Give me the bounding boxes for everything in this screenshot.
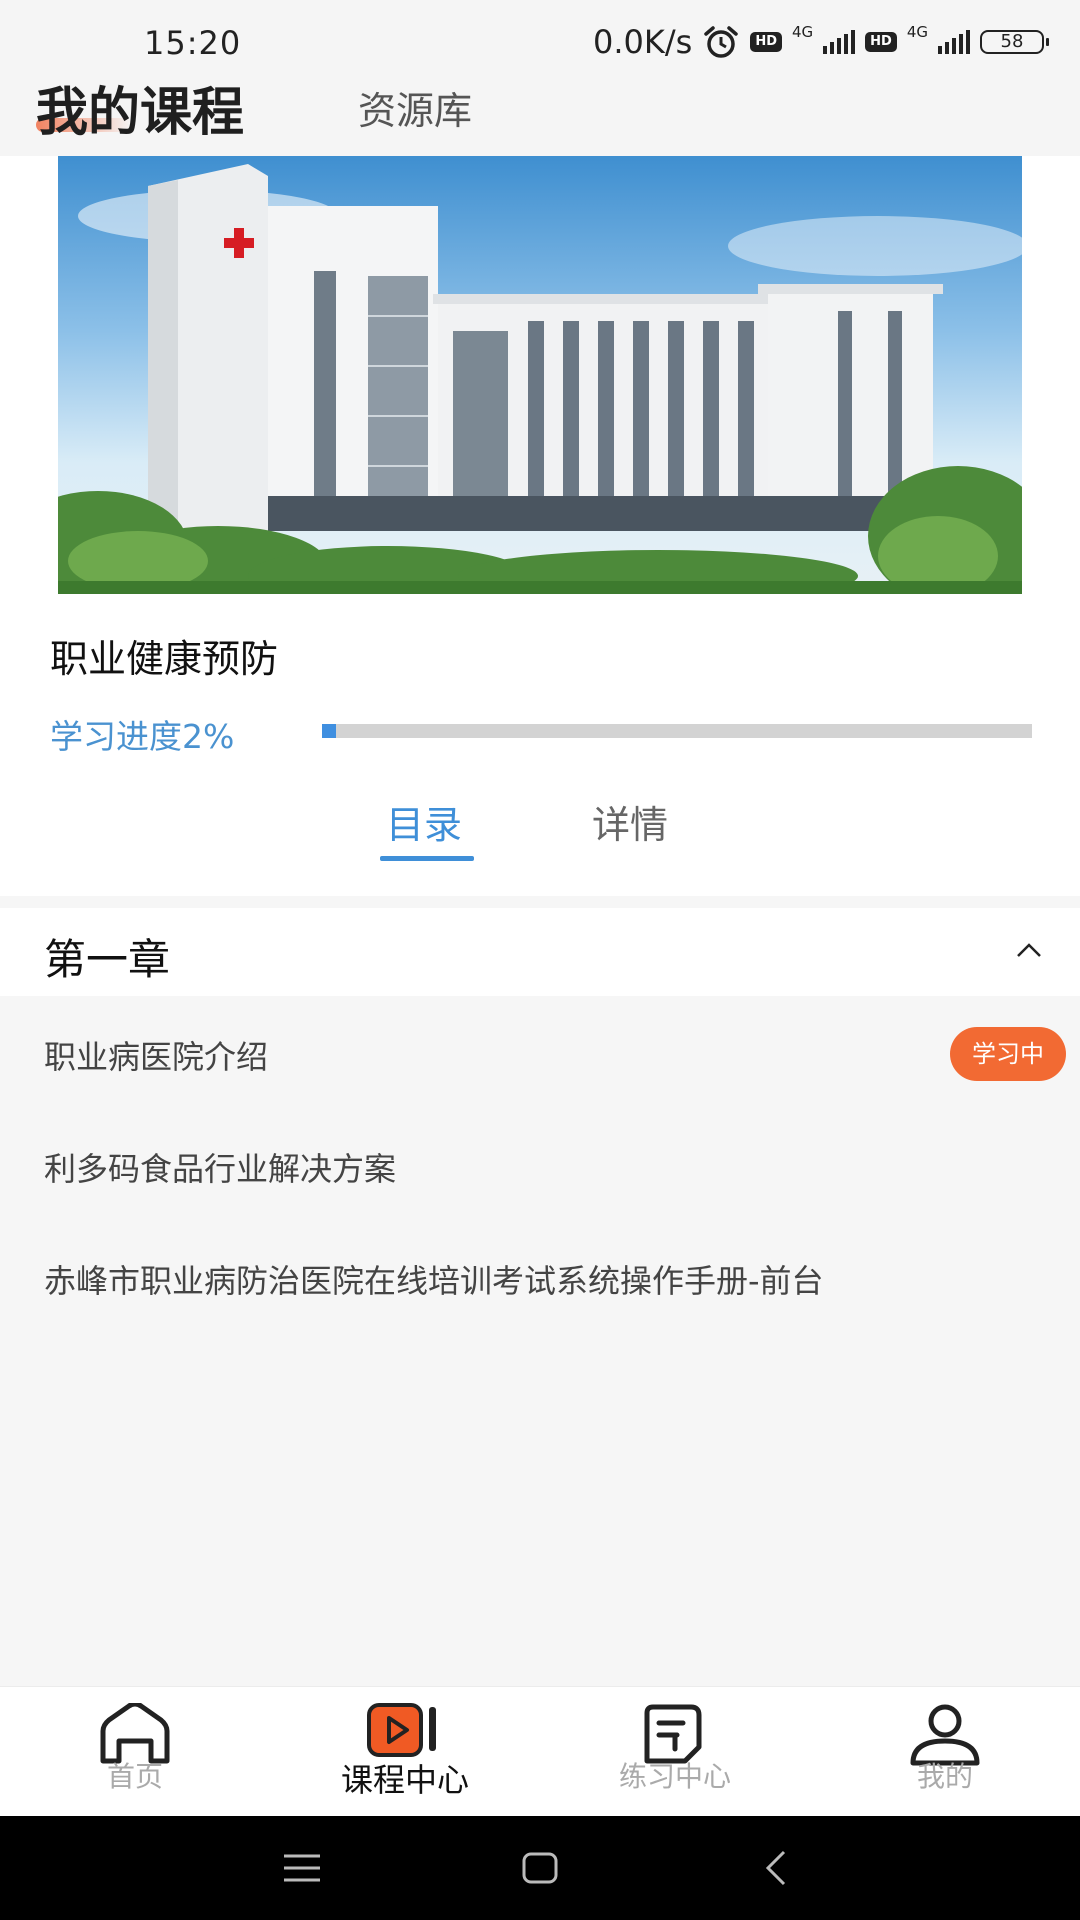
tab-label: 我的: [916, 1760, 973, 1793]
tab-label: 首页: [106, 1760, 163, 1793]
progress-label: 学习进度2%: [50, 717, 235, 756]
tab-details[interactable]: 详情: [592, 794, 668, 849]
course-cover-image: [58, 156, 1022, 594]
signal-icon: [823, 30, 856, 54]
chevron-up-icon[interactable]: [1014, 936, 1044, 966]
4g-label: 4G: [906, 23, 928, 41]
lesson-item[interactable]: 利多码食品行业解决方案: [0, 1110, 1080, 1220]
top-header: 我的课程 资源库: [0, 70, 1080, 156]
home-button-icon[interactable]: [518, 1846, 562, 1890]
signal-icon: [938, 30, 970, 54]
progress-fill: [322, 724, 337, 738]
menu-icon[interactable]: [280, 1846, 324, 1890]
tab-label: 练习中心: [618, 1760, 731, 1793]
lesson-title: 赤峰市职业病防治医院在线培训考试系统操作手册-前台: [44, 1262, 824, 1300]
hd-icon: HD: [865, 32, 897, 52]
back-icon[interactable]: [756, 1846, 800, 1890]
hd-icon: HD: [750, 32, 782, 52]
net-speed: 0.0K/s: [592, 23, 693, 61]
course-card: 职业健康预防 学习进度2% 目录 详情: [0, 156, 1080, 896]
lesson-title: 利多码食品行业解决方案: [44, 1150, 397, 1188]
chapter-title: 第一章: [44, 935, 171, 984]
4g-label: 4G: [791, 23, 814, 41]
tab-label: 课程中心: [340, 1761, 469, 1799]
lesson-title: 职业病医院介绍: [44, 1038, 269, 1076]
battery-icon: 58: [980, 30, 1049, 54]
tab-resource-library[interactable]: 资源库: [358, 80, 472, 135]
tab-mine[interactable]: 我的: [810, 1687, 1080, 1817]
progress-bar: [322, 724, 1032, 738]
lesson-item[interactable]: 赤峰市职业病防治医院在线培训考试系统操作手册-前台: [0, 1222, 1080, 1332]
sub-tab-indicator: [380, 856, 474, 861]
system-nav-bar: [0, 1816, 1080, 1920]
tab-home[interactable]: 首页: [0, 1687, 270, 1817]
tab-practice-center[interactable]: 练习中心: [540, 1687, 810, 1817]
lesson-item[interactable]: 职业病医院介绍 学习中: [0, 998, 1080, 1108]
status-badge: 学习中: [950, 1027, 1066, 1081]
tab-my-courses[interactable]: 我的课程: [36, 70, 244, 145]
course-title: 职业健康预防: [50, 637, 279, 681]
status-time: 15:20: [144, 24, 242, 62]
status-bar: 15:20 0.0K/s HD 4G HD 4G 58: [0, 0, 1080, 70]
chapter-header[interactable]: 第一章: [0, 908, 1080, 996]
tab-course-center[interactable]: 课程中心: [270, 1687, 540, 1817]
alarm-icon: [704, 26, 739, 58]
status-icons: 0.0K/s HD 4G HD 4G 58: [592, 22, 1049, 62]
bottom-tab-bar: 首页 课程中心 练习中心 我的: [0, 1686, 1080, 1816]
tab-catalog[interactable]: 目录: [386, 794, 462, 849]
